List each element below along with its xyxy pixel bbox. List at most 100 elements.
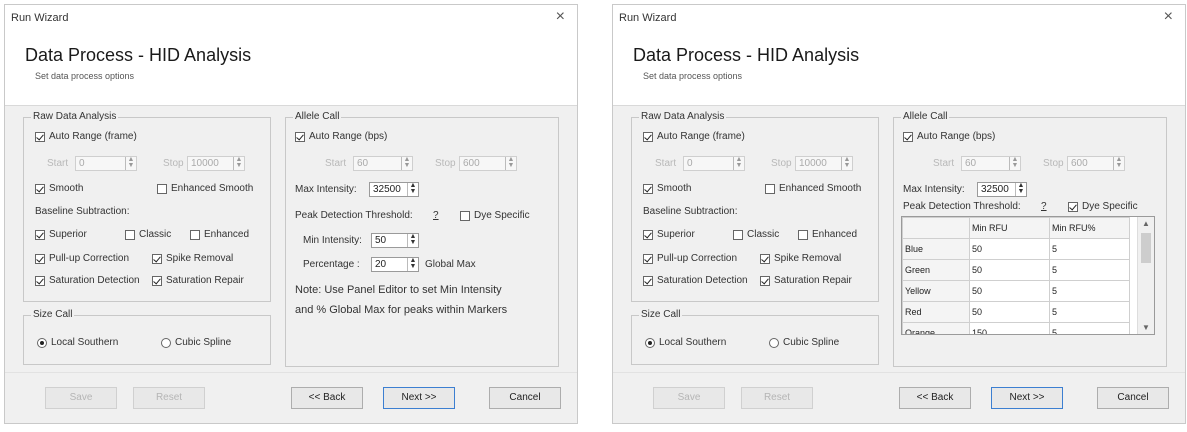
smooth-checkbox[interactable]: [643, 184, 653, 194]
help-link[interactable]: ?: [433, 210, 439, 222]
dye-specific-checkbox[interactable]: [460, 211, 470, 221]
table-cell[interactable]: 50: [969, 238, 1050, 260]
superior-checkbox[interactable]: [643, 230, 653, 240]
baseline-subtraction-label: Baseline Subtraction:: [35, 206, 130, 217]
allele-start-label: Start: [325, 158, 347, 169]
auto-range-frame-checkbox[interactable]: [643, 132, 653, 142]
local-southern-radio[interactable]: [37, 338, 47, 348]
spike-removal-checkbox[interactable]: [152, 254, 162, 264]
pullup-correction-checkbox[interactable]: [643, 254, 653, 264]
raw-stop-value: 10000: [799, 158, 827, 169]
spinner-arrows-icon: ▲ ▼: [233, 156, 244, 170]
raw-stop-spinner[interactable]: 10000 ▲ ▼: [187, 156, 245, 171]
auto-range-bps-checkbox[interactable]: [903, 132, 913, 142]
back-button[interactable]: << Back: [291, 387, 363, 409]
table-cell[interactable]: 5: [1049, 259, 1130, 281]
classic-checkbox[interactable]: [125, 230, 135, 240]
table-cell[interactable]: 5: [1049, 238, 1130, 260]
enhanced-smooth-checkbox[interactable]: [765, 184, 775, 194]
raw-stop-spinner[interactable]: 10000 ▲ ▼: [795, 156, 853, 171]
dye-specific-label: Dye Specific: [1082, 201, 1138, 212]
max-intensity-value: 32500: [373, 184, 401, 195]
save-button[interactable]: Save: [653, 387, 725, 409]
enhanced-checkbox[interactable]: [190, 230, 200, 240]
page-subtitle: Set data process options: [643, 71, 743, 81]
page-title: Data Process - HID Analysis: [25, 45, 252, 65]
allele-stop-spinner[interactable]: 600 ▲ ▼: [459, 156, 517, 171]
close-icon[interactable]: ×: [1164, 8, 1173, 26]
help-link[interactable]: ?: [1041, 201, 1047, 213]
run-wizard-window-right: Run Wizard × Data Process - HID Analysis…: [612, 4, 1186, 424]
scroll-thumb[interactable]: [1141, 233, 1151, 263]
page-subtitle: Set data process options: [35, 71, 135, 81]
table-cell[interactable]: 50: [969, 301, 1050, 323]
spinner-arrows-icon: ▲ ▼: [407, 257, 418, 271]
raw-start-label: Start: [47, 158, 69, 169]
reset-button[interactable]: Reset: [741, 387, 813, 409]
superior-checkbox[interactable]: [35, 230, 45, 240]
spinner-arrows-icon: ▲ ▼: [401, 156, 412, 170]
table-scrollbar[interactable]: ▲ ▼: [1137, 217, 1154, 334]
allele-start-spinner[interactable]: 60 ▲ ▼: [961, 156, 1021, 171]
save-button[interactable]: Save: [45, 387, 117, 409]
cubic-spline-radio[interactable]: [161, 338, 171, 348]
table-cell[interactable]: 5: [1049, 301, 1130, 323]
enhanced-smooth-checkbox[interactable]: [157, 184, 167, 194]
smooth-checkbox[interactable]: [35, 184, 45, 194]
spike-removal-checkbox[interactable]: [760, 254, 770, 264]
column-header-min-rfu-percent: Min RFU%: [1049, 217, 1130, 239]
allele-call-label: Allele Call: [293, 111, 342, 123]
dye-specific-checkbox[interactable]: [1068, 202, 1078, 212]
row-header-cell: Red: [902, 301, 970, 323]
saturation-detection-checkbox[interactable]: [643, 276, 653, 286]
raw-start-spinner[interactable]: 0 ▲ ▼: [75, 156, 137, 171]
percentage-spinner[interactable]: 20 ▲ ▼: [371, 257, 419, 272]
back-button[interactable]: << Back: [899, 387, 971, 409]
table-cell[interactable]: 150: [969, 322, 1050, 334]
spinner-arrows-icon: ▲ ▼: [1113, 156, 1124, 170]
smooth-label: Smooth: [657, 183, 692, 194]
close-icon[interactable]: ×: [556, 8, 565, 26]
allele-stop-spinner[interactable]: 600 ▲ ▼: [1067, 156, 1125, 171]
raw-start-spinner[interactable]: 0 ▲ ▼: [683, 156, 745, 171]
cancel-button[interactable]: Cancel: [489, 387, 561, 409]
scroll-up-icon[interactable]: ▲: [1142, 219, 1150, 228]
local-southern-radio[interactable]: [645, 338, 655, 348]
window-title: Run Wizard: [619, 12, 677, 24]
allele-start-spinner[interactable]: 60 ▲ ▼: [353, 156, 413, 171]
percentage-value: 20: [375, 259, 387, 270]
next-button[interactable]: Next >>: [383, 387, 455, 409]
enhanced-label: Enhanced: [204, 229, 250, 240]
enhanced-smooth-label: Enhanced Smooth: [171, 183, 254, 194]
classic-label: Classic: [139, 229, 172, 240]
note-line-1: Note: Use Panel Editor to set Min Intens…: [295, 284, 502, 296]
next-button[interactable]: Next >>: [991, 387, 1063, 409]
scroll-down-icon[interactable]: ▼: [1142, 323, 1150, 332]
saturation-repair-checkbox[interactable]: [152, 276, 162, 286]
table-cell[interactable]: 50: [969, 280, 1050, 302]
spike-removal-label: Spike Removal: [166, 253, 234, 264]
min-intensity-spinner[interactable]: 50 ▲ ▼: [371, 233, 419, 248]
percentage-label: Percentage :: [303, 259, 360, 270]
enhanced-checkbox[interactable]: [798, 230, 808, 240]
pullup-correction-checkbox[interactable]: [35, 254, 45, 264]
saturation-detection-checkbox[interactable]: [35, 276, 45, 286]
max-intensity-spinner[interactable]: 32500 ▲ ▼: [369, 182, 419, 197]
raw-data-analysis-label: Raw Data Analysis: [639, 111, 727, 123]
table-cell[interactable]: 50: [969, 259, 1050, 281]
spinner-arrows-icon: ▲ ▼: [1009, 156, 1020, 170]
saturation-detection-label: Saturation Detection: [657, 275, 748, 286]
cubic-spline-radio[interactable]: [769, 338, 779, 348]
saturation-repair-checkbox[interactable]: [760, 276, 770, 286]
cancel-button[interactable]: Cancel: [1097, 387, 1169, 409]
auto-range-bps-checkbox[interactable]: [295, 132, 305, 142]
table-cell[interactable]: 5: [1049, 322, 1130, 334]
reset-button[interactable]: Reset: [133, 387, 205, 409]
allele-start-label: Start: [933, 158, 955, 169]
auto-range-frame-checkbox[interactable]: [35, 132, 45, 142]
table-cell[interactable]: 5: [1049, 280, 1130, 302]
row-header-cell: Blue: [902, 238, 970, 260]
classic-checkbox[interactable]: [733, 230, 743, 240]
dye-threshold-table[interactable]: Min RFU Min RFU% Blue 50 5 Green 50 5 Ye…: [901, 216, 1155, 335]
max-intensity-spinner[interactable]: 32500 ▲ ▼: [977, 182, 1027, 197]
